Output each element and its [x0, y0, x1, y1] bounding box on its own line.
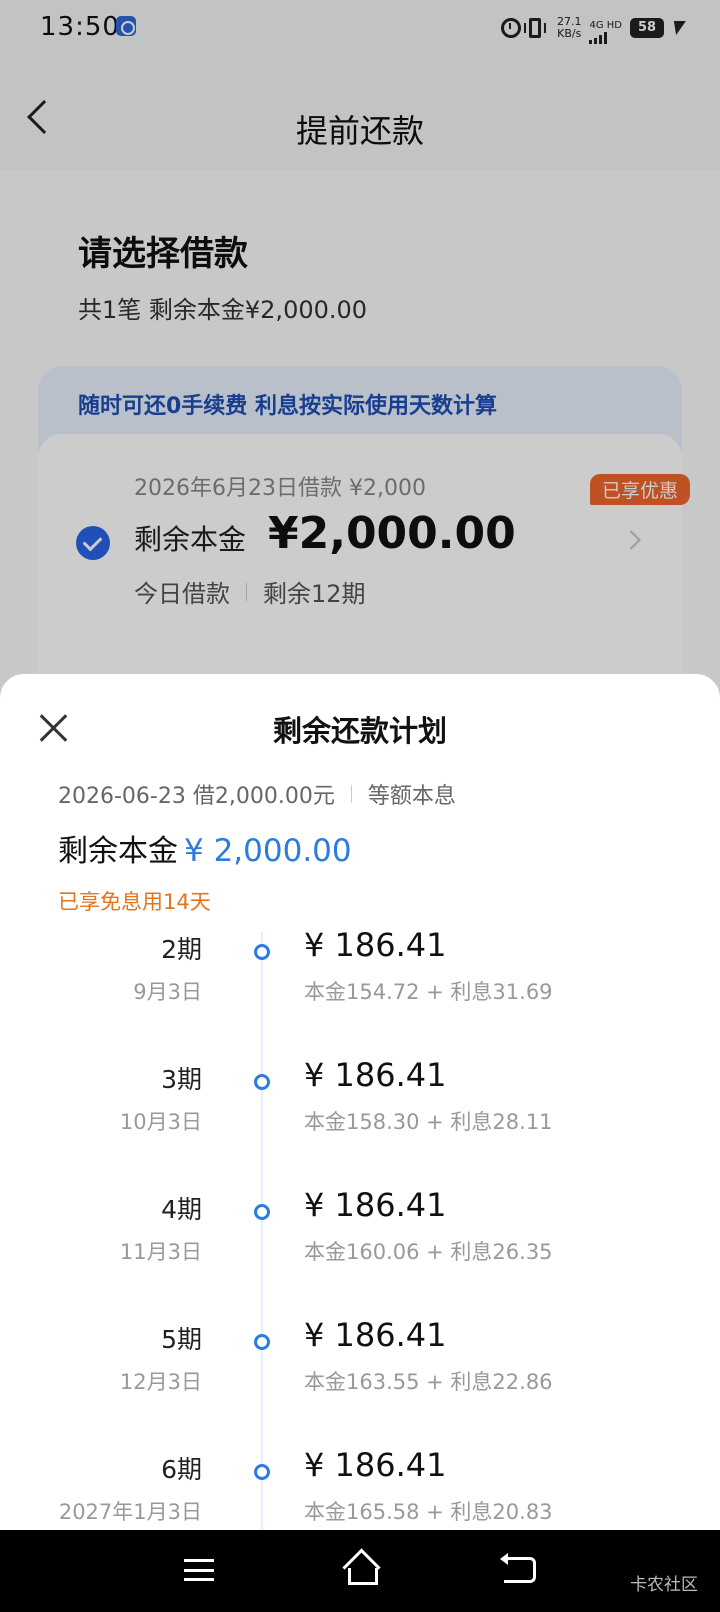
back-nav-icon[interactable] [500, 1553, 536, 1583]
schedule-detail: 本金163.55 + 利息22.86 [304, 1370, 553, 1394]
schedule-row: 2期 9月3日 ¥ 186.41 本金154.72 + 利息31.69 [0, 932, 720, 1030]
schedule-period: 3期 [161, 1065, 202, 1094]
schedule-period: 6期 [161, 1455, 202, 1484]
timeline-dot-icon [254, 1204, 270, 1220]
home-icon[interactable] [342, 1552, 378, 1585]
schedule-detail: 本金158.30 + 利息28.11 [304, 1110, 553, 1134]
schedule-date: 2027年1月3日 [58, 1500, 202, 1524]
timeline-dot-icon [254, 944, 270, 960]
schedule-list: 2期 9月3日 ¥ 186.41 本金154.72 + 利息31.69 3期 1… [0, 932, 720, 1550]
free-interest-note: 已享免息用14天 [58, 890, 211, 914]
schedule-date: 9月3日 [133, 980, 202, 1004]
menu-icon[interactable] [184, 1559, 214, 1581]
schedule-row: 3期 10月3日 ¥ 186.41 本金158.30 + 利息28.11 [0, 1030, 720, 1160]
schedule-row: 5期 12月3日 ¥ 186.41 本金163.55 + 利息22.86 [0, 1290, 720, 1420]
timeline-dot-icon [254, 1464, 270, 1480]
schedule-detail: 本金154.72 + 利息31.69 [304, 980, 553, 1004]
schedule-date: 11月3日 [119, 1240, 202, 1264]
sheet-loan-date-amount: 2026-06-23 借2,000.00元 [58, 784, 335, 809]
schedule-row: 4期 11月3日 ¥ 186.41 本金160.06 + 利息26.35 [0, 1160, 720, 1290]
divider [350, 785, 352, 803]
timeline-dot-icon [254, 1074, 270, 1090]
schedule-detail: 本金165.58 + 利息20.83 [304, 1500, 553, 1524]
system-nav-bar: 卡农社区 [0, 1530, 720, 1612]
schedule-date: 12月3日 [119, 1370, 202, 1394]
schedule-period: 2期 [161, 935, 202, 964]
schedule-detail: 本金160.06 + 利息26.35 [304, 1240, 553, 1264]
timeline-dot-icon [254, 1334, 270, 1350]
sheet-remaining-principal: 剩余本金 ¥ 2,000.00 [58, 826, 352, 870]
schedule-amount: ¥ 186.41 [304, 1186, 447, 1224]
schedule-period: 5期 [161, 1325, 202, 1354]
schedule-amount: ¥ 186.41 [304, 1446, 447, 1484]
sheet-repay-method: 等额本息 [367, 784, 456, 809]
remaining-label: 剩余本金 [58, 834, 178, 869]
watermark: 卡农社区 [630, 1575, 698, 1595]
schedule-amount: ¥ 186.41 [304, 932, 447, 964]
schedule-period: 4期 [161, 1195, 202, 1224]
remaining-amount: ¥ 2,000.00 [184, 833, 352, 869]
repayment-schedule[interactable]: 2期 9月3日 ¥ 186.41 本金154.72 + 利息31.69 3期 1… [0, 932, 720, 1554]
repayment-plan-sheet: 剩余还款计划 2026-06-23 借2,000.00元 等额本息 剩余本金 ¥… [0, 674, 720, 1612]
sheet-loan-info: 2026-06-23 借2,000.00元 等额本息 [58, 778, 456, 810]
sheet-title: 剩余还款计划 [272, 714, 447, 748]
schedule-amount: ¥ 186.41 [304, 1316, 447, 1354]
schedule-amount: ¥ 186.41 [304, 1056, 447, 1094]
schedule-date: 10月3日 [119, 1110, 202, 1134]
